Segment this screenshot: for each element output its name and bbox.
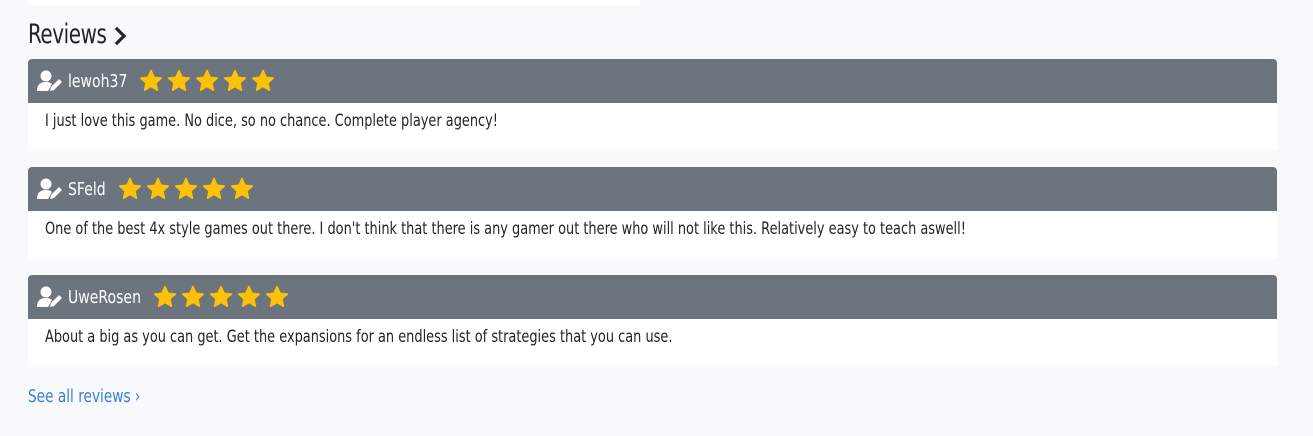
star-rating (138, 68, 278, 94)
review-header: SFeld (28, 167, 1277, 211)
star-icon (146, 177, 170, 199)
review-body: I just love this game. No dice, so no ch… (28, 103, 1277, 133)
review-body: One of the best 4x style games out there… (28, 211, 1277, 241)
star-icon (230, 177, 254, 199)
review-card: lewoh37 I just love this game. No dice, … (28, 59, 1277, 151)
star-icon (202, 177, 226, 199)
review-header: UweRosen (28, 275, 1277, 319)
review-text: About a big as you can get. Get the expa… (45, 327, 673, 347)
star-icon (118, 177, 142, 199)
review-username: lewoh37 (68, 70, 128, 92)
star-icon (237, 285, 261, 307)
see-all-reviews-link[interactable]: See all reviews › (28, 386, 140, 407)
star-icon (153, 285, 177, 307)
review-username: SFeld (68, 178, 106, 200)
review-text: I just love this game. No dice, so no ch… (45, 111, 498, 131)
review-text: One of the best 4x style games out there… (45, 219, 966, 239)
star-icon (139, 69, 163, 91)
user-edit-icon (37, 178, 62, 199)
review-header: lewoh37 (28, 59, 1277, 103)
reviews-heading-link[interactable]: Reviews (28, 14, 128, 54)
review-username: UweRosen (68, 286, 141, 308)
review-body: About a big as you can get. Get the expa… (28, 319, 1277, 349)
star-icon (223, 69, 247, 91)
user-edit-icon (37, 70, 62, 91)
review-card: SFeld One of the best 4x style games out… (28, 167, 1277, 259)
reviews-heading: Reviews (28, 18, 107, 50)
star-icon (174, 177, 198, 199)
star-icon (195, 69, 219, 91)
chevron-right-icon (114, 26, 127, 45)
user-edit-icon (37, 286, 62, 307)
star-icon (265, 285, 289, 307)
star-icon (251, 69, 275, 91)
review-card: UweRosen About a big as you can get. Get… (28, 275, 1277, 367)
top-strip (28, 0, 640, 5)
star-icon (181, 285, 205, 307)
star-icon (209, 285, 233, 307)
star-rating (152, 284, 292, 310)
star-rating (117, 176, 257, 202)
star-icon (167, 69, 191, 91)
